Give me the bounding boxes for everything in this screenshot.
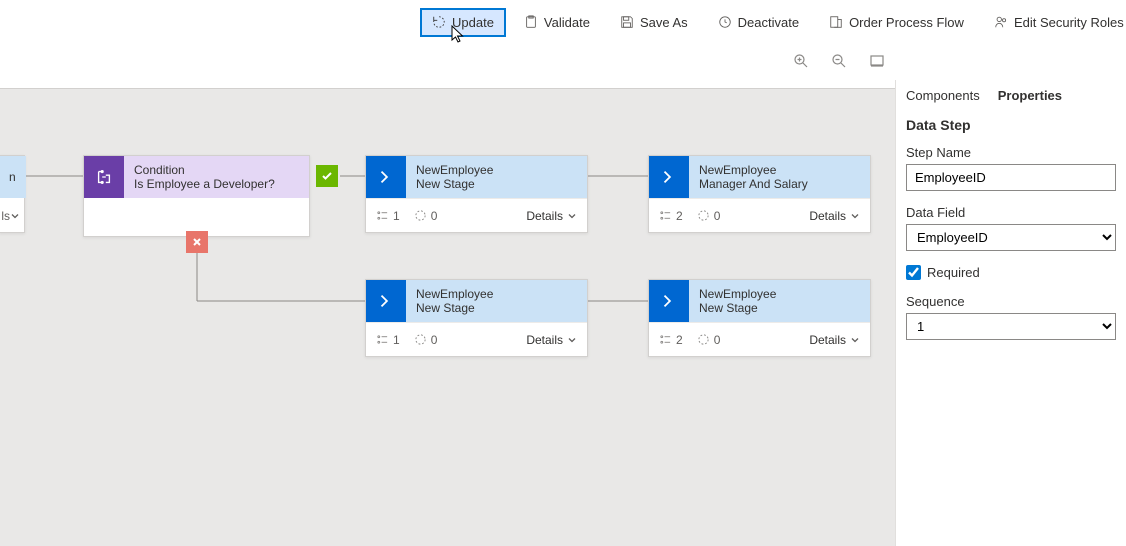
stage-icon xyxy=(649,156,689,198)
stage-name: Manager And Salary xyxy=(699,177,860,191)
condition-icon xyxy=(84,156,124,198)
steps-count: 2 xyxy=(659,209,683,223)
details-toggle[interactable]: Details xyxy=(526,209,577,223)
deactivate-button[interactable]: Deactivate xyxy=(706,8,811,37)
stage-node-4[interactable]: NewEmployee New Stage 2 0 Details xyxy=(648,279,871,357)
stage-entity: NewEmployee xyxy=(699,163,860,177)
data-field-label: Data Field xyxy=(906,205,1116,220)
chevron-down-icon xyxy=(10,211,20,221)
step-name-input[interactable] xyxy=(906,164,1116,191)
validate-button[interactable]: Validate xyxy=(512,8,602,37)
list-icon xyxy=(376,333,389,346)
validate-label: Validate xyxy=(544,15,590,30)
stage-icon xyxy=(366,156,406,198)
stage-icon xyxy=(366,280,406,322)
zoom-in-button[interactable] xyxy=(792,52,810,70)
required-label: Required xyxy=(927,265,980,280)
details-toggle[interactable]: Details xyxy=(809,209,860,223)
save-as-label: Save As xyxy=(640,15,688,30)
steps-count: 1 xyxy=(376,209,400,223)
required-checkbox[interactable] xyxy=(906,265,921,280)
stage-node-2[interactable]: NewEmployee Manager And Salary 2 0 Detai… xyxy=(648,155,871,233)
list-icon xyxy=(659,209,672,222)
refresh-icon xyxy=(432,15,446,29)
stage-entity: NewEmployee xyxy=(416,163,577,177)
loops-count: 0 xyxy=(414,209,438,223)
chevron-down-icon xyxy=(567,335,577,345)
stage-name: New Stage xyxy=(416,177,577,191)
data-field-select[interactable]: EmployeeID xyxy=(906,224,1116,251)
loops-count: 0 xyxy=(414,333,438,347)
tab-components[interactable]: Components xyxy=(906,88,980,103)
stage-node-1[interactable]: NewEmployee New Stage 1 0 Details xyxy=(365,155,588,233)
stage-entity: NewEmployee xyxy=(416,287,577,301)
deactivate-label: Deactivate xyxy=(738,15,799,30)
loops-count: 0 xyxy=(697,333,721,347)
list-icon xyxy=(659,333,672,346)
zoom-out-button[interactable] xyxy=(830,52,848,70)
command-bar: Update Validate Save As Deactivate Order… xyxy=(0,0,1126,44)
stage-node-3[interactable]: NewEmployee New Stage 1 0 Details xyxy=(365,279,588,357)
steps-count: 2 xyxy=(659,333,683,347)
process-canvas[interactable]: n ls Condition Is Employee a Developer? xyxy=(0,88,895,546)
circle-dashed-icon xyxy=(697,333,710,346)
deactivate-icon xyxy=(718,15,732,29)
update-label: Update xyxy=(452,15,494,30)
circle-dashed-icon xyxy=(414,333,427,346)
clipboard-icon xyxy=(524,15,538,29)
chevron-down-icon xyxy=(850,335,860,345)
chevron-down-icon xyxy=(850,211,860,221)
steps-count: 1 xyxy=(376,333,400,347)
stage-name: New Stage xyxy=(699,301,860,315)
stage-name: New Stage xyxy=(416,301,577,315)
order-icon xyxy=(829,15,843,29)
partial-text: n xyxy=(9,170,16,184)
chevron-down-icon xyxy=(567,211,577,221)
loops-count: 0 xyxy=(697,209,721,223)
order-flow-label: Order Process Flow xyxy=(849,15,964,30)
stage-icon xyxy=(649,280,689,322)
details-toggle[interactable]: Details xyxy=(809,333,860,347)
condition-subtitle: Is Employee a Developer? xyxy=(134,177,299,191)
update-button[interactable]: Update xyxy=(420,8,506,37)
roles-icon xyxy=(994,15,1008,29)
condition-node[interactable]: Condition Is Employee a Developer? xyxy=(83,155,310,237)
edit-roles-button[interactable]: Edit Security Roles xyxy=(982,8,1126,37)
save-as-button[interactable]: Save As xyxy=(608,8,700,37)
list-icon xyxy=(376,209,389,222)
partial-details: ls xyxy=(1,209,10,223)
edit-roles-label: Edit Security Roles xyxy=(1014,15,1124,30)
properties-panel: Components Properties Data Step Step Nam… xyxy=(895,80,1126,546)
circle-dashed-icon xyxy=(697,209,710,222)
circle-dashed-icon xyxy=(414,209,427,222)
panel-heading: Data Step xyxy=(906,117,1116,133)
sequence-label: Sequence xyxy=(906,294,1116,309)
condition-title: Condition xyxy=(134,163,299,177)
condition-no-badge xyxy=(186,231,208,253)
order-flow-button[interactable]: Order Process Flow xyxy=(817,8,976,37)
sequence-select[interactable]: 1 xyxy=(906,313,1116,340)
step-name-label: Step Name xyxy=(906,145,1116,160)
tab-properties[interactable]: Properties xyxy=(998,88,1062,103)
zoom-controls xyxy=(792,52,886,70)
save-icon xyxy=(620,15,634,29)
condition-yes-badge xyxy=(316,165,338,187)
details-toggle[interactable]: Details xyxy=(526,333,577,347)
stage-entity: NewEmployee xyxy=(699,287,860,301)
stage-node-partial[interactable]: n ls xyxy=(0,155,25,233)
fit-screen-button[interactable] xyxy=(868,52,886,70)
